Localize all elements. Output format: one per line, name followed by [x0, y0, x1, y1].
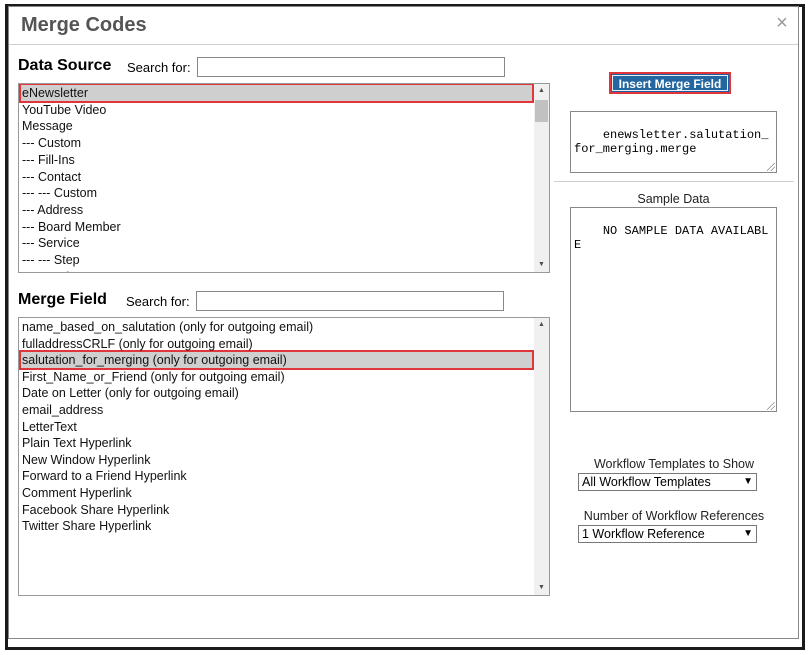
chevron-down-icon[interactable]: ▼: [534, 581, 549, 595]
merge-code-value: enewsletter.salutation_for_merging.merge: [574, 128, 769, 156]
list-item[interactable]: First_Name_or_Friend (only for outgoing …: [21, 369, 285, 385]
list-item[interactable]: LetterText: [21, 419, 77, 435]
dialog-titlebar: Merge Codes ×: [9, 7, 798, 45]
merge-field-search-input[interactable]: [196, 291, 504, 311]
divider: [554, 181, 794, 182]
workflow-references-selected: 1 Workflow Reference: [582, 527, 705, 541]
close-icon[interactable]: ×: [772, 13, 792, 33]
sample-data-value: NO SAMPLE DATA AVAILABLE: [574, 224, 769, 252]
data-source-search-label: Search for:: [127, 60, 191, 75]
sample-data-textarea[interactable]: NO SAMPLE DATA AVAILABLE: [570, 207, 777, 412]
list-item[interactable]: Twitter Share Hyperlink: [21, 518, 151, 534]
list-item[interactable]: Plain Text Hyperlink: [21, 435, 132, 451]
resize-grip-icon[interactable]: [767, 163, 775, 171]
list-item[interactable]: --- Board Member: [21, 219, 121, 235]
list-item[interactable]: fulladdressCRLF (only for outgoing email…: [21, 336, 253, 352]
list-item[interactable]: --- Contact: [21, 169, 81, 185]
workflow-references-select[interactable]: 1 Workflow Reference ▼: [578, 525, 757, 543]
list-item[interactable]: --- Fill-Ins: [21, 152, 75, 168]
list-item[interactable]: --- --- Step: [21, 252, 80, 268]
sample-data-label: Sample Data: [637, 192, 710, 206]
insert-merge-field-button[interactable]: Insert Merge Field: [609, 72, 731, 94]
chevron-down-icon[interactable]: ▼: [534, 258, 549, 272]
chevron-up-icon[interactable]: ▲: [534, 318, 549, 332]
list-item[interactable]: Message: [21, 118, 73, 134]
list-item[interactable]: Comment Hyperlink: [21, 485, 132, 501]
merge-field-search-label: Search for:: [126, 294, 190, 309]
data-source-label: Data Source: [18, 57, 112, 74]
list-item[interactable]: Facebook Share Hyperlink: [21, 502, 169, 518]
workflow-references-label: Number of Workflow References: [583, 509, 765, 523]
data-source-search-input[interactable]: [197, 57, 505, 77]
list-item[interactable]: --- --- Primary Contact: [21, 269, 144, 272]
list-item[interactable]: YouTube Video: [21, 102, 106, 118]
merge-codes-dialog: Merge Codes × Data Source Search for: --…: [8, 6, 799, 639]
workflow-templates-select[interactable]: All Workflow Templates ▼: [578, 473, 757, 491]
list-item-selected[interactable]: eNewsletter: [19, 84, 534, 103]
merge-field-label: Merge Field: [18, 291, 107, 308]
resize-grip-icon[interactable]: [767, 402, 775, 410]
dialog-title: Merge Codes: [21, 14, 147, 36]
merge-field-listbox[interactable]: Twitter Share Hyperlink Facebook Share Hy…: [18, 317, 550, 596]
data-source-scrollbar[interactable]: ▲ ▼: [534, 84, 549, 272]
list-item[interactable]: New Window Hyperlink: [21, 452, 151, 468]
list-item[interactable]: --- --- Custom: [21, 185, 97, 201]
chevron-down-icon: ▼: [743, 476, 753, 487]
chevron-up-icon[interactable]: ▲: [534, 84, 549, 98]
workflow-templates-label: Workflow Templates to Show: [593, 457, 755, 471]
list-item[interactable]: Date on Letter (only for outgoing email): [21, 385, 239, 401]
list-item[interactable]: --- Service: [21, 235, 80, 251]
list-item[interactable]: --- Custom: [21, 135, 81, 151]
insert-merge-field-label: Insert Merge Field: [612, 75, 728, 91]
list-item[interactable]: email_address: [21, 402, 103, 418]
chevron-down-icon: ▼: [743, 528, 753, 539]
list-item[interactable]: name_based_on_salutation (only for outgo…: [21, 319, 313, 335]
list-item-selected[interactable]: salutation_for_merging (only for outgoin…: [19, 350, 534, 371]
merge-field-scrollbar[interactable]: ▲ ▼: [534, 318, 549, 595]
data-source-listbox[interactable]: --- --- Primary Contact--- --- Step--- S…: [18, 83, 550, 273]
data-source-scroll-thumb[interactable]: [535, 100, 548, 122]
list-item[interactable]: --- Address: [21, 202, 83, 218]
list-item[interactable]: Forward to a Friend Hyperlink: [21, 468, 187, 484]
workflow-templates-selected: All Workflow Templates: [582, 475, 711, 489]
merge-code-textarea[interactable]: enewsletter.salutation_for_merging.merge: [570, 111, 777, 173]
